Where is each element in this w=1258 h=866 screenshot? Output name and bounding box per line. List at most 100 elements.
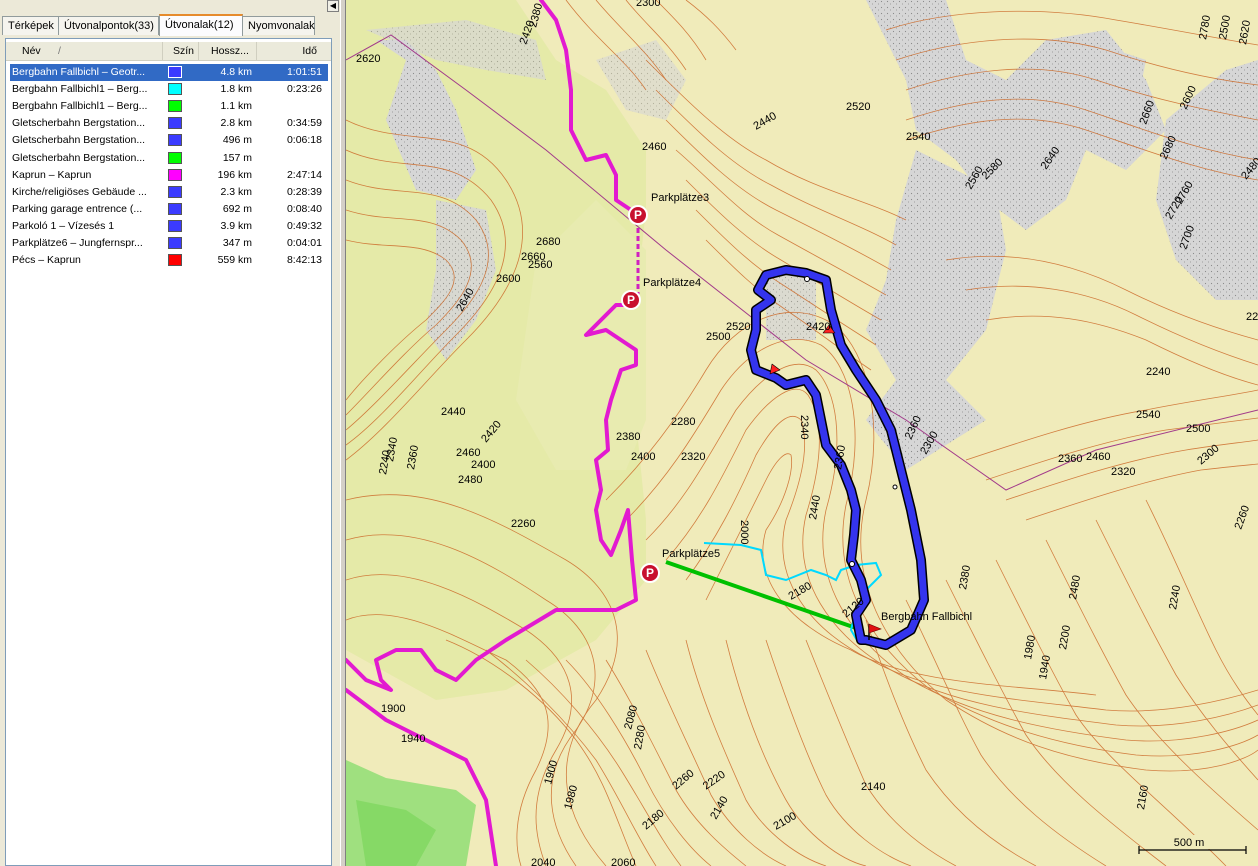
route-time: 1:01:51 <box>286 66 322 78</box>
route-color-swatch <box>168 66 182 78</box>
route-length: 1.8 km <box>220 83 252 96</box>
route-row[interactable]: Gletscherbahn Bergstation... 157 m <box>10 150 328 167</box>
contour-elevation-label: 2560 <box>528 259 552 271</box>
route-length: 196 km <box>217 168 252 181</box>
contour-elevation-label: 2280 <box>1246 311 1258 323</box>
map-canvas[interactable]: 500 m 2380 2420 2300 2620 2520 2460 2440 2480 25… <box>346 0 1258 866</box>
collapse-panel-button[interactable]: ◀ <box>327 0 339 12</box>
route-color-swatch <box>168 117 182 130</box>
contour-elevation-label: 2500 <box>1186 423 1210 435</box>
route-row[interactable]: Parkoló 1 – Vízesés 1 3.9 km 0:49:32 <box>10 218 328 235</box>
route-length: 2.8 km <box>220 117 252 130</box>
route-time: 0:06:18 <box>286 134 322 147</box>
route-color-swatch <box>168 219 182 232</box>
contour-elevation-label: 2620 <box>356 53 380 65</box>
left-panel: Térképek Útvonalpontok(33) Útvonalak(12)… <box>0 0 340 866</box>
route-name: Kaprun – Kaprun <box>12 168 92 181</box>
route-row[interactable]: Kirche/religiöses Gebäude ... 2.3 km 0:28:… <box>10 184 328 201</box>
contour-elevation-label: 2440 <box>441 406 465 418</box>
column-header-name[interactable]: Név / <box>6 42 163 60</box>
column-header-color[interactable]: Szín <box>163 42 199 60</box>
route-color-swatch <box>168 185 182 198</box>
route-time: 0:04:01 <box>286 237 322 249</box>
route-time: 0:34:59 <box>286 117 322 130</box>
tab-maps[interactable]: Térképek <box>2 16 59 35</box>
route-name: Parking garage entrence (... <box>12 202 143 215</box>
route-length: 157 m <box>222 151 252 164</box>
poi-label: Parkplätze3 <box>651 192 709 204</box>
route-row[interactable]: Parkplätze6 – Jungfernspr... 347 m 0:04:01 <box>10 235 328 252</box>
route-length: 347 m <box>222 237 252 249</box>
contour-elevation-label: 2400 <box>471 459 495 471</box>
column-header-time[interactable]: Idő <box>257 42 331 60</box>
route-time: 0:23:26 <box>286 83 322 96</box>
contour-elevation-label: 2000 <box>738 520 750 544</box>
route-length: 1.1 km <box>220 100 252 113</box>
contour-elevation-label: 2540 <box>906 131 930 143</box>
route-time: 0:28:39 <box>286 185 322 198</box>
contour-elevation-label: 2320 <box>681 451 705 463</box>
route-row[interactable]: Kaprun – Kaprun 196 km 2:47:14 <box>10 167 328 184</box>
route-name: Kirche/religiöses Gebäude ... <box>12 185 147 198</box>
route-length: 496 m <box>222 134 252 147</box>
sort-indicator: / <box>58 45 61 57</box>
contour-elevation-label: 2600 <box>496 273 520 285</box>
route-name: Parkplätze6 – Jungfernspr... <box>12 237 143 249</box>
route-color-swatch <box>168 151 182 164</box>
contour-elevation-label: 2340 <box>798 415 810 439</box>
route-name: Gletscherbahn Bergstation... <box>12 134 146 147</box>
route-row[interactable]: Bergbahn Fallbichl – Geotr... 4.8 km 1:01:… <box>10 64 328 81</box>
column-header-length[interactable]: Hossz... <box>199 42 257 60</box>
route-name: Gletscherbahn Bergstation... <box>12 151 146 164</box>
route-row[interactable]: Parking garage entrence (... 692 m 0:08:40 <box>10 201 328 218</box>
column-name-label: Név <box>22 45 41 57</box>
parking-icon-glyph: P <box>634 208 642 222</box>
contour-elevation-label: 2360 <box>1058 453 1082 465</box>
route-name: Gletscherbahn Bergstation... <box>12 117 146 130</box>
contour-elevation-label: 2240 <box>1146 366 1170 378</box>
route-color-swatch <box>168 202 182 215</box>
contour-elevation-label: 2140 <box>861 781 885 793</box>
route-row[interactable]: Pécs – Kaprun 559 km 8:42:13 <box>10 252 328 269</box>
route-name: Bergbahn Fallbichl1 – Berg... <box>12 100 148 113</box>
contour-elevation-label: 2300 <box>636 0 660 9</box>
route-row[interactable]: Gletscherbahn Bergstation... 496 m 0:06:18 <box>10 132 328 149</box>
contour-elevation-label: 2400 <box>631 451 655 463</box>
route-time: 0:49:32 <box>286 219 322 232</box>
contour-elevation-label: 2680 <box>536 236 560 248</box>
route-row[interactable]: Gletscherbahn Bergstation... 2.8 km 0:34:5… <box>10 115 328 132</box>
scale-label: 500 m <box>1174 837 1205 849</box>
list-header: Név / Szín Hossz... Idő <box>6 42 331 61</box>
contour-elevation-label: 2380 <box>616 431 640 443</box>
route-color-swatch <box>168 168 182 181</box>
route-time: 0:08:40 <box>286 202 322 215</box>
route-length: 4.8 km <box>220 66 252 78</box>
route-name: Bergbahn Fallbichl1 – Berg... <box>12 83 148 96</box>
contour-elevation-label: 1900 <box>381 703 405 715</box>
contour-elevation-label: 2460 <box>1086 451 1110 463</box>
route-name: Parkoló 1 – Vízesés 1 <box>12 219 115 232</box>
route-color-swatch <box>168 100 182 113</box>
tab-waypoints[interactable]: Útvonalpontok(33) <box>58 16 159 35</box>
route-time: 8:42:13 <box>286 254 322 267</box>
route-row[interactable]: Bergbahn Fallbichl1 – Berg... 1.8 km 0:23:… <box>10 81 328 98</box>
topographic-map[interactable]: 500 m 2380 2420 2300 2620 2520 2460 2440 2480 25… <box>346 0 1258 866</box>
route-row[interactable]: Bergbahn Fallbichl1 – Berg... 1.1 km <box>10 98 328 115</box>
contour-elevation-label: 2060 <box>611 857 635 866</box>
contour-elevation-label: 2280 <box>671 416 695 428</box>
tab-tracks[interactable]: Nyomvonalak <box>242 16 315 35</box>
route-name: Pécs – Kaprun <box>12 254 81 267</box>
contour-elevation-label: 2040 <box>531 857 555 866</box>
route-color-swatch <box>168 237 182 249</box>
parking-icon-glyph: P <box>646 566 654 580</box>
route-list: Név / Szín Hossz... Idő Bergbahn Fallbic… <box>5 38 332 866</box>
contour-elevation-label: 2420 <box>806 321 830 333</box>
route-length: 559 km <box>217 254 252 267</box>
tab-routes[interactable]: Útvonalak(12) <box>159 14 243 36</box>
contour-elevation-label: 2480 <box>458 474 482 486</box>
parking-icon-glyph: P <box>627 293 635 307</box>
contour-elevation-label: 2460 <box>456 447 480 459</box>
contour-elevation-label: 2460 <box>642 141 666 153</box>
route-color-swatch <box>168 83 182 96</box>
poi-label: Parkplätze5 <box>662 548 720 560</box>
